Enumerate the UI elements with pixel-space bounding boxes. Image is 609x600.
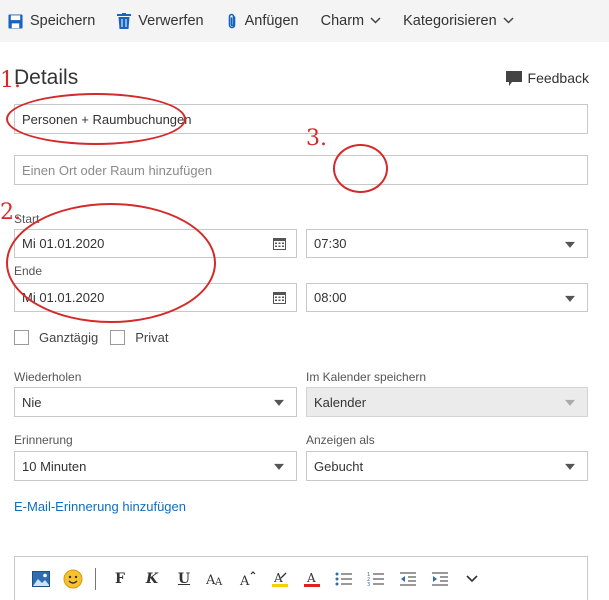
calendar-value: Kalender [314, 394, 367, 410]
font-color-icon[interactable]: A [298, 566, 326, 592]
command-toolbar: Speichern Verwerfen Anfügen Charm Katego… [0, 0, 609, 42]
reminder-select[interactable]: 10 Minuten [14, 451, 297, 481]
toolbar-divider [95, 567, 96, 590]
svg-text:A: A [214, 577, 223, 587]
end-time-value: 08:00 [314, 290, 347, 305]
annotation-number-2: 2. [0, 200, 21, 225]
numbered-list-icon[interactable]: 123 [362, 566, 390, 592]
annotation-number-1: 1. [0, 68, 21, 93]
location-placeholder: Einen Ort oder Raum hinzufügen [22, 162, 213, 178]
save-label: Speichern [30, 13, 96, 29]
save-icon [8, 13, 23, 29]
chevron-down-icon [503, 15, 514, 27]
chevron-down-icon [370, 15, 381, 27]
indent-icon[interactable] [426, 566, 454, 592]
feedback-button[interactable]: Feedback [505, 70, 589, 86]
svg-text:A: A [239, 574, 250, 587]
calendar-icon[interactable] [273, 291, 286, 304]
categorize-menu[interactable]: Kategorisieren [403, 0, 514, 42]
calendar-select: Kalender [306, 387, 588, 417]
showas-select[interactable]: Gebucht [306, 451, 588, 481]
discard-button[interactable]: Verwerfen [117, 0, 204, 42]
annotation-circle-2 [6, 203, 216, 323]
allday-label: Ganztägig [39, 330, 99, 345]
allday-checkbox[interactable] [14, 330, 29, 345]
font-size-icon[interactable]: AA [202, 566, 230, 592]
dropdown-arrow-icon [274, 463, 284, 470]
more-options-chevron-icon[interactable] [458, 566, 486, 592]
discard-label: Verwerfen [138, 13, 204, 29]
end-time-select[interactable]: 08:00 [306, 283, 588, 312]
dropdown-arrow-icon [565, 463, 575, 470]
private-checkbox[interactable] [110, 330, 126, 345]
annotation-circle-3 [333, 144, 388, 193]
email-reminder-link[interactable]: E-Mail-Erinnerung hinzufügen [14, 499, 186, 514]
reminder-value: 10 Minuten [22, 458, 87, 474]
highlight-icon[interactable]: A [266, 566, 294, 592]
private-label: Privat [135, 330, 169, 345]
dropdown-arrow-icon [274, 399, 284, 406]
showas-label: Anzeigen als [306, 433, 375, 447]
bold-button[interactable]: F [106, 566, 134, 592]
italic-button[interactable]: K [138, 566, 166, 592]
trash-icon [117, 13, 132, 29]
categorize-label: Kategorisieren [403, 13, 497, 29]
attach-label: Anfügen [244, 13, 299, 29]
image-icon[interactable] [27, 566, 55, 592]
start-time-value: 07:30 [314, 236, 347, 251]
outdent-icon[interactable] [394, 566, 422, 592]
repeat-select[interactable]: Nie [14, 387, 297, 417]
underline-button[interactable]: U [170, 566, 198, 592]
showas-value: Gebucht [314, 458, 364, 474]
page-title: Details [14, 66, 79, 89]
superscript-icon[interactable]: A [234, 566, 262, 592]
svg-text:3: 3 [367, 582, 370, 587]
calendar-label: Im Kalender speichern [306, 370, 427, 384]
location-input[interactable]: Einen Ort oder Raum hinzufügen [14, 155, 588, 185]
annotation-number-3: 3. [306, 126, 327, 151]
dropdown-arrow-icon [565, 399, 575, 406]
charm-menu[interactable]: Charm [321, 0, 382, 42]
annotation-circle-1 [6, 93, 186, 145]
feedback-icon [505, 70, 522, 86]
options-row: Ganztägig Privat [14, 330, 181, 345]
reminder-label: Erinnerung [14, 433, 73, 447]
attach-button[interactable]: Anfügen [226, 0, 299, 42]
calendar-icon[interactable] [273, 237, 286, 250]
dropdown-arrow-icon [565, 295, 575, 302]
svg-text:A: A [306, 571, 316, 585]
emoji-icon[interactable] [59, 566, 87, 592]
bullet-list-icon[interactable] [330, 566, 358, 592]
save-button[interactable]: Speichern [8, 0, 95, 42]
start-time-select[interactable]: 07:30 [306, 229, 588, 258]
repeat-label: Wiederholen [14, 370, 82, 384]
feedback-label: Feedback [527, 70, 589, 86]
repeat-value: Nie [22, 394, 42, 410]
dropdown-arrow-icon [565, 241, 575, 248]
editor-toolbar: F K U AA A A A 123 [14, 556, 588, 600]
paperclip-icon [226, 13, 238, 30]
charm-label: Charm [320, 13, 365, 29]
